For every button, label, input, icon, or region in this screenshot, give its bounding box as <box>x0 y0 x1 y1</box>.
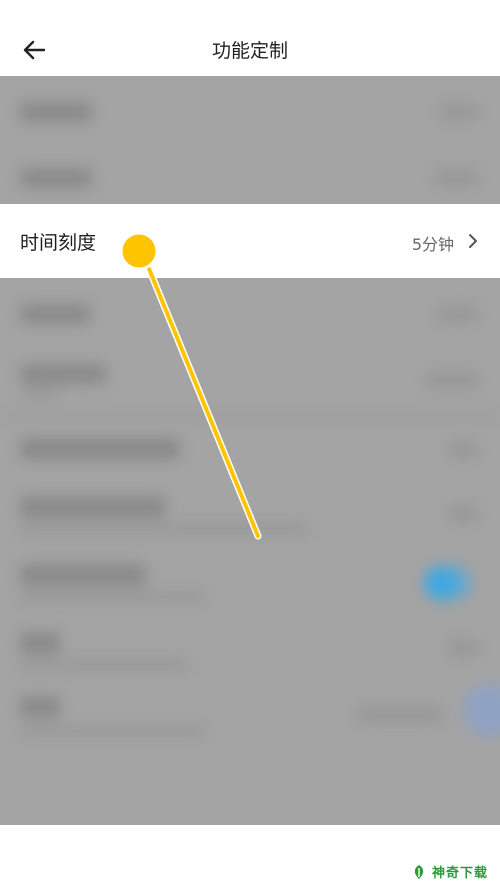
blurred-settings-list <box>0 76 500 825</box>
watermark: 神奇下载 <box>410 862 488 881</box>
time-scale-value: 5分钟 <box>411 235 454 254</box>
time-scale-label: 时间刻度 <box>20 232 97 254</box>
footer: 神奇下载 <box>0 825 500 889</box>
time-scale-row[interactable]: 时间刻度 5分钟 <box>0 204 500 278</box>
leaf-logo-icon <box>414 864 424 879</box>
chevron-right-icon <box>469 234 477 248</box>
dim-overlay <box>0 76 500 825</box>
watermark-text: 神奇下载 <box>431 866 488 881</box>
header: 功能定制 <box>0 0 500 76</box>
page-title: 功能定制 <box>211 40 288 62</box>
